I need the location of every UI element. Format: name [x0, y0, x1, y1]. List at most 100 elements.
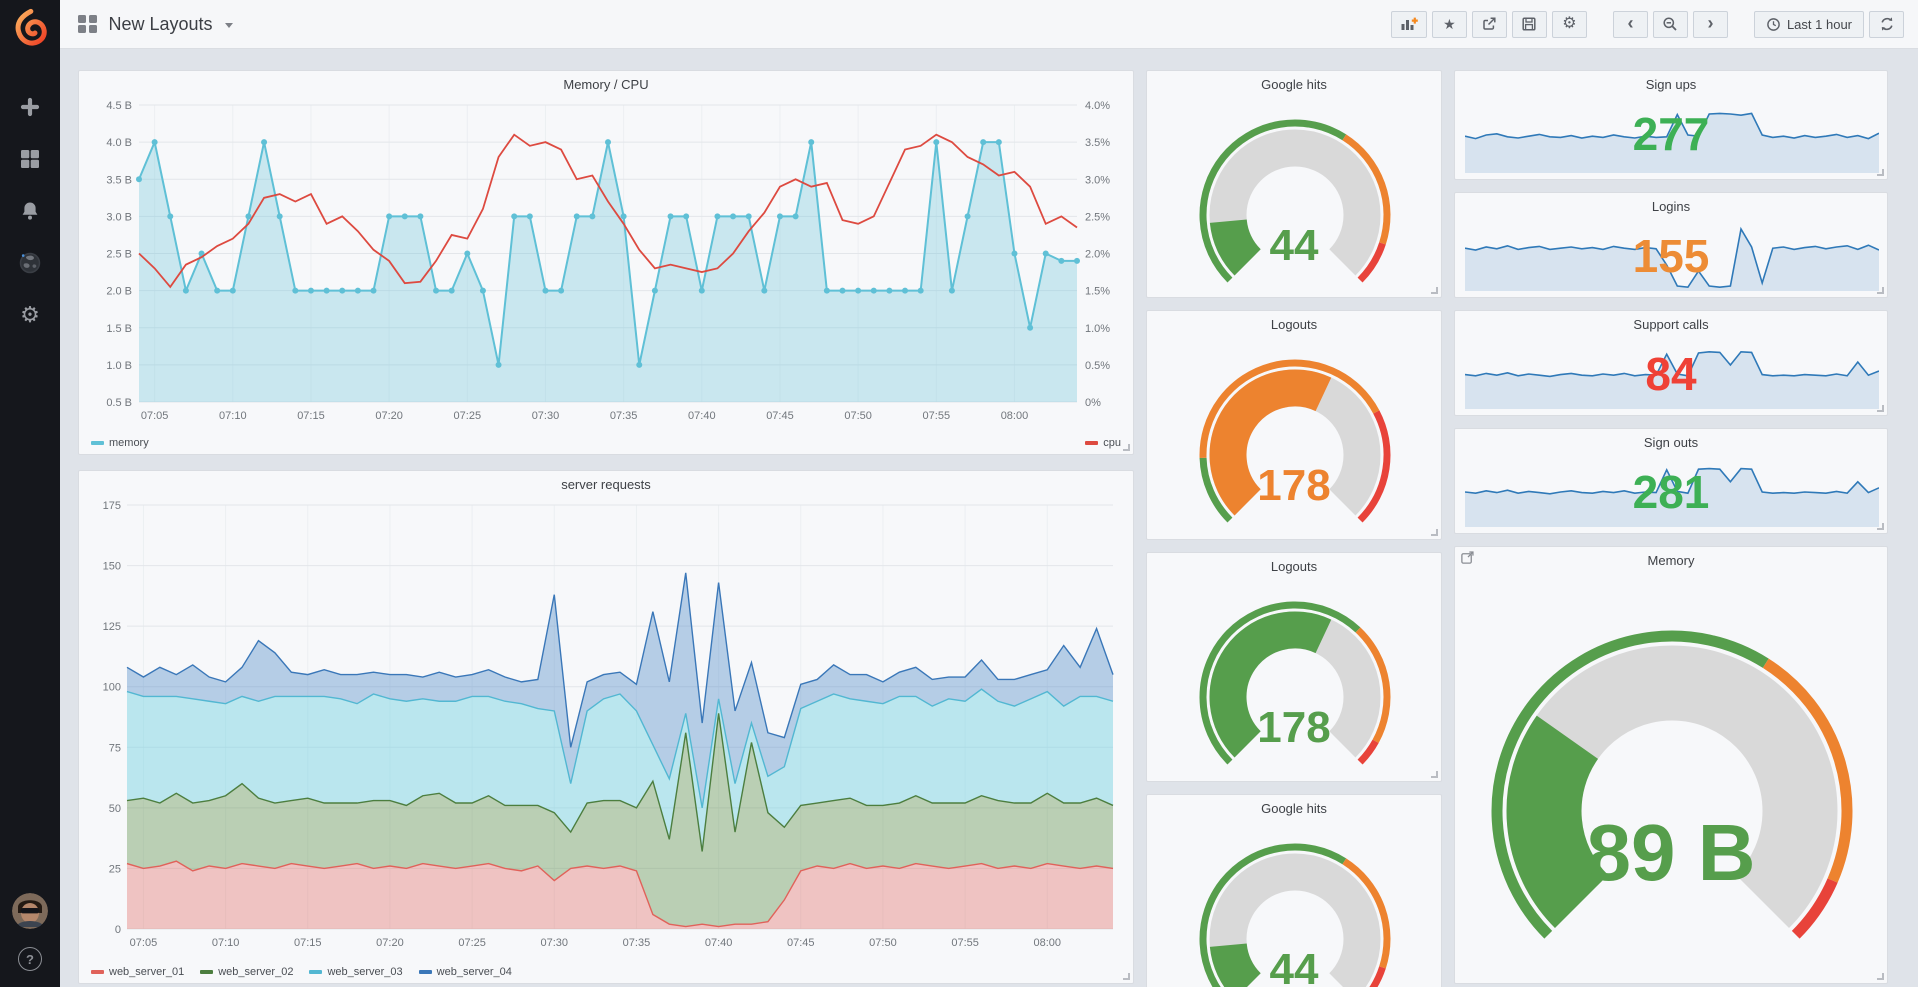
stat-value: 155 — [1632, 230, 1710, 282]
legend-item-web-server-04[interactable]: web_server_04 — [418, 966, 512, 978]
svg-text:75: 75 — [109, 742, 121, 754]
panel-title[interactable]: Logins — [1455, 199, 1887, 214]
panel-resize-handle[interactable] — [1431, 771, 1438, 778]
panel-title[interactable]: Logouts — [1147, 317, 1441, 332]
svg-text:25: 25 — [109, 863, 121, 875]
svg-text:07:50: 07:50 — [844, 410, 872, 422]
share-button[interactable] — [1471, 10, 1507, 38]
legend-item-web-server-01[interactable]: web_server_01 — [91, 966, 184, 978]
create-plus-icon[interactable] — [12, 94, 48, 120]
time-back-button[interactable]: ‹ — [1612, 10, 1648, 38]
grafana-logo[interactable] — [0, 0, 60, 56]
panel-title[interactable]: Google hits — [1147, 801, 1441, 816]
svg-text:2.5%: 2.5% — [1085, 211, 1110, 223]
svg-text:08:00: 08:00 — [1034, 937, 1062, 949]
panel-title[interactable]: server requests — [79, 477, 1133, 492]
legend-label: web_server_02 — [218, 966, 294, 978]
svg-text:07:50: 07:50 — [869, 937, 897, 949]
configuration-gear-icon[interactable]: ⚙ — [12, 302, 48, 328]
settings-button[interactable]: ⚙ — [1551, 10, 1587, 38]
external-link-icon[interactable] — [1460, 550, 1475, 570]
svg-text:07:55: 07:55 — [951, 937, 979, 949]
svg-text:2.0 B: 2.0 B — [106, 286, 132, 298]
save-button[interactable] — [1511, 10, 1547, 38]
grafana-dashboard: ⚙ ? New Layouts ★ ⚙ ‹ › Last 1 hour Memo… — [0, 0, 1918, 987]
legend-item-web-server-03[interactable]: web_server_03 — [309, 966, 403, 978]
stat-value: 84 — [1645, 348, 1697, 400]
panel-resize-handle[interactable] — [1431, 529, 1438, 536]
panel-title[interactable]: Memory — [1455, 553, 1887, 568]
svg-text:3.5%: 3.5% — [1085, 137, 1110, 149]
svg-text:100: 100 — [103, 682, 121, 694]
panel-resize-handle[interactable] — [1123, 444, 1130, 451]
panel-title[interactable]: Memory / CPU — [79, 77, 1133, 92]
zoom-out-button[interactable] — [1652, 10, 1688, 38]
alerting-bell-icon[interactable] — [12, 198, 48, 224]
panel-resize-handle[interactable] — [1877, 973, 1884, 980]
svg-text:07:20: 07:20 — [376, 937, 404, 949]
svg-text:3.5 B: 3.5 B — [106, 174, 132, 186]
refresh-icon — [1880, 17, 1893, 31]
panel-gauge-logouts-2: Logouts 178 — [1146, 552, 1442, 782]
legend-label: cpu — [1103, 437, 1121, 449]
refresh-button[interactable] — [1869, 10, 1904, 38]
svg-text:07:10: 07:10 — [219, 410, 247, 422]
panel-resize-handle[interactable] — [1877, 405, 1884, 412]
user-avatar[interactable] — [12, 893, 48, 929]
svg-text:0.5 B: 0.5 B — [106, 397, 132, 409]
star-icon: ★ — [1443, 16, 1456, 32]
panel-stat-sign-outs: Sign outs 281 — [1454, 428, 1888, 534]
panel-resize-handle[interactable] — [1877, 169, 1884, 176]
clock-icon — [1767, 17, 1780, 31]
legend-item-web-server-02[interactable]: web_server_02 — [200, 966, 293, 978]
legend-label: web_server_01 — [109, 966, 185, 978]
series-swatch — [200, 970, 214, 974]
panel-resize-handle[interactable] — [1877, 287, 1884, 294]
navbar: New Layouts ★ ⚙ ‹ › Last 1 hour — [60, 0, 1918, 49]
chart-legend: memory cpu — [91, 437, 1121, 449]
dashboard-title-button[interactable]: New Layouts — [78, 14, 233, 35]
gauge-chart[interactable] — [1455, 571, 1889, 985]
svg-text:07:40: 07:40 — [688, 410, 716, 422]
dashboard-grid-icon — [78, 14, 97, 34]
series-swatch — [309, 970, 323, 974]
panel-resize-handle[interactable] — [1877, 523, 1884, 530]
panel-title[interactable]: Sign outs — [1455, 435, 1887, 450]
panel-stat-sign-ups: Sign ups 277 — [1454, 70, 1888, 180]
svg-text:07:30: 07:30 — [532, 410, 560, 422]
legend-label: memory — [109, 437, 149, 449]
gauge-value: 44 — [1269, 221, 1319, 270]
panel-title[interactable]: Support calls — [1455, 317, 1887, 332]
navbar-toolbar: ★ ⚙ ‹ › Last 1 hour — [1386, 10, 1904, 38]
svg-text:1.0%: 1.0% — [1085, 323, 1110, 335]
chevron-right-icon: › — [1707, 13, 1714, 33]
time-range-picker[interactable]: Last 1 hour — [1753, 10, 1864, 38]
panel-resize-handle[interactable] — [1123, 973, 1130, 980]
panel-stat-support-calls: Support calls 84 — [1454, 310, 1888, 416]
cpu-swatch — [1085, 441, 1099, 445]
worldping-globe-icon[interactable] — [12, 250, 48, 276]
svg-text:07:40: 07:40 — [705, 937, 733, 949]
time-forward-button[interactable]: › — [1692, 10, 1728, 38]
memory-cpu-chart[interactable]: 07:05 07:10 07:15 07:20 07:25 07:30 07:35 07:40… — [87, 95, 1127, 430]
star-button[interactable]: ★ — [1431, 10, 1467, 38]
legend-item-cpu[interactable]: cpu — [1085, 437, 1121, 449]
gear-glyph: ⚙ — [20, 302, 40, 327]
server-requests-chart[interactable]: 07:05 07:10 07:15 07:20 07:25 07:30 07:35 07:40… — [87, 495, 1127, 955]
add-panel-button[interactable] — [1390, 10, 1427, 38]
series-swatch — [91, 970, 104, 974]
panel-title[interactable]: Logouts — [1147, 559, 1441, 574]
memory-swatch — [91, 441, 104, 445]
dashboards-grid-icon[interactable] — [12, 146, 48, 172]
svg-text:07:35: 07:35 — [623, 937, 651, 949]
svg-text:3.0 B: 3.0 B — [106, 211, 132, 223]
stat-value: 281 — [1632, 466, 1710, 518]
panel-resize-handle[interactable] — [1431, 287, 1438, 294]
gauge-value: 89 B — [1586, 808, 1756, 897]
help-icon[interactable]: ? — [18, 947, 42, 971]
legend-item-memory[interactable]: memory — [91, 437, 149, 449]
panel-title[interactable]: Google hits — [1147, 77, 1441, 92]
stat-value: 277 — [1632, 108, 1710, 160]
svg-text:4.5 B: 4.5 B — [106, 100, 132, 112]
panel-title[interactable]: Sign ups — [1455, 77, 1887, 92]
